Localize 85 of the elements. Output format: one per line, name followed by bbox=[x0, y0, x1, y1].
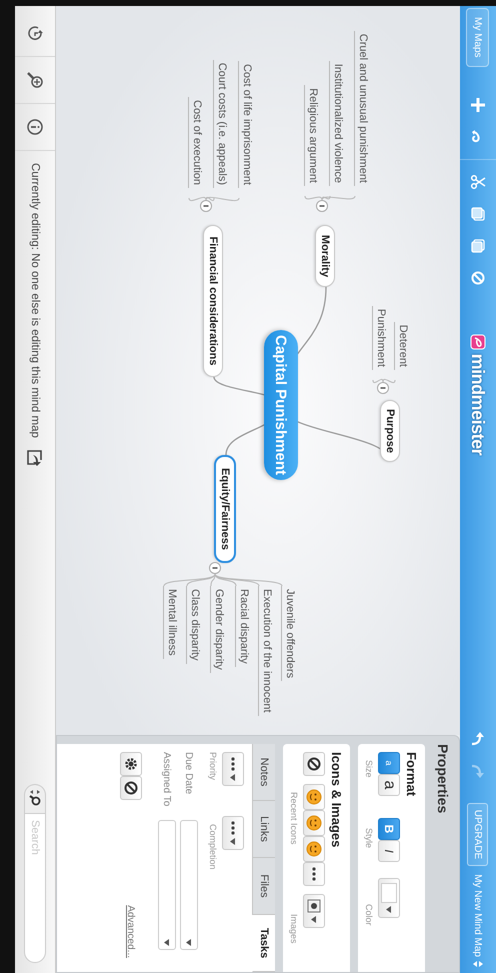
collapse-icon[interactable] bbox=[377, 382, 389, 394]
subtopic[interactable]: Cruel and unusual punishment bbox=[354, 30, 370, 186]
section-title: Icons & Images bbox=[329, 752, 344, 850]
history-icon[interactable] bbox=[27, 25, 43, 41]
caret-icon bbox=[230, 774, 236, 781]
remove-task-button[interactable] bbox=[120, 776, 142, 800]
control-label: Style bbox=[364, 827, 374, 850]
more-icon bbox=[312, 867, 316, 881]
subtopic[interactable]: Juvenile offenders bbox=[281, 586, 297, 682]
settings-button[interactable] bbox=[120, 752, 142, 776]
zoom-in-icon[interactable] bbox=[27, 72, 43, 88]
color-picker[interactable] bbox=[378, 878, 400, 918]
panel-title: Properties bbox=[434, 744, 452, 816]
tab[interactable]: Links bbox=[252, 801, 275, 858]
smiley-icon bbox=[306, 789, 322, 805]
subtopic[interactable]: Execution of the innocent bbox=[258, 586, 274, 716]
paste-icon[interactable] bbox=[471, 238, 485, 253]
info-icon[interactable] bbox=[27, 119, 43, 135]
export-icon[interactable] bbox=[27, 450, 43, 466]
topic-node[interactable]: Morality bbox=[315, 225, 335, 287]
up-down-arrows-icon[interactable] bbox=[473, 961, 483, 967]
undo-icon[interactable] bbox=[471, 730, 485, 747]
more-button[interactable] bbox=[303, 862, 325, 886]
control-label: Images bbox=[289, 913, 299, 946]
smiley-icon bbox=[306, 841, 322, 857]
icon-button[interactable] bbox=[303, 784, 325, 810]
ban-icon bbox=[307, 757, 321, 771]
priority-dropdown[interactable] bbox=[222, 752, 244, 786]
status-text: Currently editing: No one else is editing this mind map bbox=[29, 163, 41, 438]
image-button[interactable] bbox=[303, 894, 325, 928]
section-title: Format bbox=[404, 752, 419, 798]
topic-node[interactable]: Purpose bbox=[380, 400, 400, 462]
no-icon-button[interactable] bbox=[303, 752, 325, 776]
more-icon bbox=[231, 821, 235, 835]
add-icon[interactable] bbox=[470, 96, 486, 113]
subtopic[interactable]: Class disparity bbox=[186, 586, 202, 664]
field-label: Priority bbox=[208, 752, 218, 782]
subtopic[interactable]: Cost of execution bbox=[188, 97, 204, 188]
delete-icon bbox=[471, 270, 485, 285]
subtopic[interactable]: Punishment bbox=[372, 306, 388, 370]
assignee-field[interactable] bbox=[158, 820, 176, 950]
due-date-field[interactable] bbox=[180, 820, 198, 950]
caret-icon bbox=[312, 916, 316, 923]
logo-text: mindmeister bbox=[468, 354, 488, 456]
subtopic[interactable]: Gender disparity bbox=[210, 586, 226, 673]
search-options-button[interactable] bbox=[24, 784, 46, 813]
logo-icon bbox=[470, 334, 486, 350]
collapse-icon[interactable] bbox=[316, 200, 328, 212]
field-label: Due Date bbox=[184, 752, 194, 796]
tab[interactable]: Files bbox=[252, 858, 275, 915]
caret-icon bbox=[186, 939, 192, 946]
subtopic[interactable]: Institutionalized violence bbox=[329, 60, 345, 186]
gear-icon bbox=[124, 757, 138, 771]
image-icon bbox=[307, 899, 321, 913]
control-label: Recent Icons bbox=[289, 791, 299, 847]
icon-button[interactable] bbox=[303, 836, 325, 862]
tab[interactable]: Notes bbox=[252, 744, 275, 801]
topic-node[interactable]: Financial considerations bbox=[203, 225, 223, 377]
icon-button[interactable] bbox=[303, 810, 325, 836]
advanced-link[interactable]: Advanced... bbox=[126, 905, 136, 958]
control-label: Color bbox=[364, 903, 374, 928]
subtopic[interactable]: Court costs (i.e. appeals) bbox=[213, 60, 229, 188]
completion-dropdown[interactable] bbox=[222, 816, 244, 850]
size-button[interactable]: a bbox=[378, 774, 400, 796]
search-icon bbox=[29, 790, 41, 808]
scissors-icon[interactable] bbox=[470, 174, 486, 190]
subtopic[interactable]: Religious argument bbox=[304, 85, 320, 186]
subtopic[interactable]: Racial disparity bbox=[235, 586, 251, 667]
control-label: Size bbox=[364, 759, 374, 780]
caret-icon bbox=[386, 906, 392, 913]
collapse-icon[interactable] bbox=[200, 200, 212, 212]
caret-icon bbox=[164, 939, 170, 946]
field-label: Assigned To bbox=[162, 752, 172, 808]
subtopic[interactable]: Cost of life imprisonment bbox=[238, 60, 254, 188]
field-label: Completion bbox=[208, 824, 218, 870]
ban-icon bbox=[124, 781, 138, 795]
topic-node[interactable]: Equity/Fairness bbox=[214, 455, 236, 563]
collapse-icon[interactable] bbox=[209, 562, 221, 574]
subtopic[interactable]: Mental illness bbox=[163, 586, 179, 659]
italic-button[interactable]: I bbox=[378, 840, 400, 862]
caret-icon bbox=[230, 838, 236, 845]
smiley-icon bbox=[306, 815, 322, 831]
subtopic[interactable]: Deterent bbox=[394, 322, 410, 370]
more-icon bbox=[231, 757, 235, 771]
copy-icon[interactable] bbox=[471, 206, 485, 221]
